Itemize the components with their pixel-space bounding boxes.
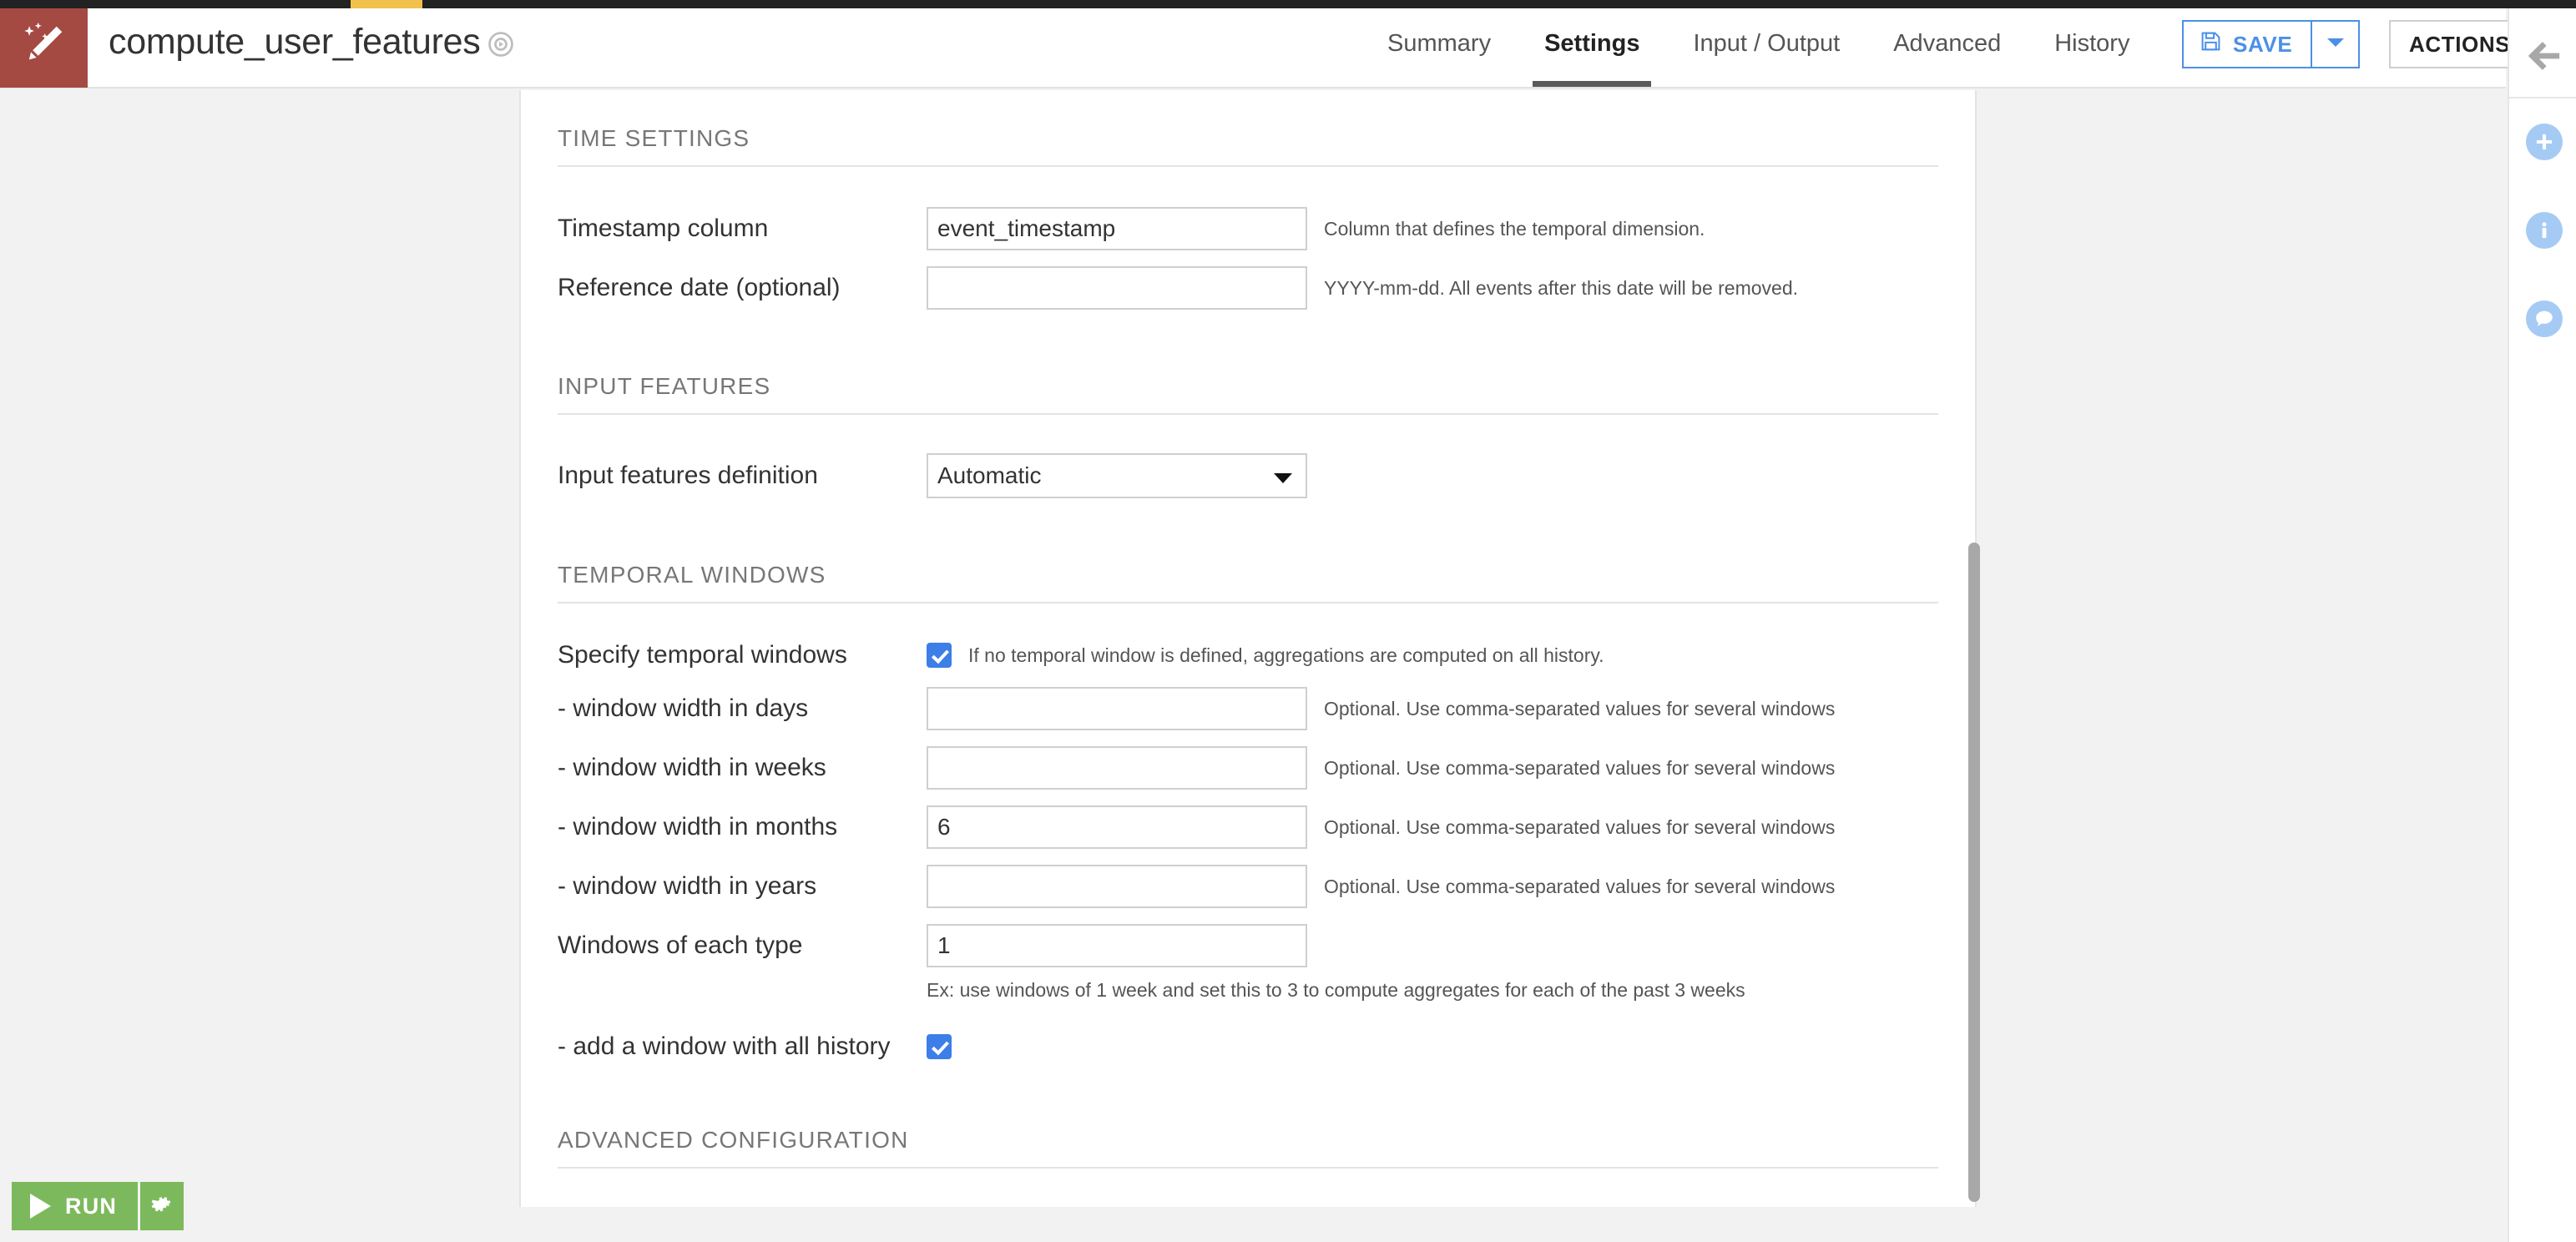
- tab-input-output[interactable]: Input / Output: [1666, 0, 1866, 87]
- add-window-all-history-checkbox[interactable]: [927, 1034, 952, 1059]
- window-width-years-label: - window width in years: [558, 872, 817, 900]
- run-button[interactable]: RUN: [12, 1182, 139, 1230]
- section-title-input-features: INPUT FEATURES: [558, 373, 1938, 415]
- top-progress-strip: [0, 0, 2576, 8]
- input-features-definition-value: Automatic: [937, 462, 1042, 488]
- row-add-window-all-history: - add a window with all history: [558, 1032, 1975, 1062]
- magic-wand-icon[interactable]: [0, 0, 88, 88]
- window-width-days-label: - window width in days: [558, 694, 809, 722]
- row-specify-temporal-windows: Specify temporal windows If no temporal …: [558, 640, 1975, 670]
- window-width-days-input[interactable]: [927, 687, 1307, 730]
- info-icon[interactable]: [2526, 212, 2563, 249]
- rail-divider: [2509, 97, 2576, 98]
- tab-summary-label: Summary: [1387, 30, 1492, 57]
- recipe-engine-badge-icon[interactable]: [487, 30, 515, 58]
- window-width-days-hint: Optional. Use comma-separated values for…: [1324, 698, 1836, 719]
- window-width-months-input[interactable]: 6: [927, 805, 1307, 849]
- row-window-width-days: - window width in days Optional. Use com…: [558, 687, 1975, 730]
- row-window-width-months: - window width in months 6 Optional. Use…: [558, 805, 1975, 849]
- tab-history-label: History: [2054, 30, 2130, 57]
- row-windows-of-each-type: Windows of each type 1: [558, 924, 1975, 967]
- row-window-width-weeks: - window width in weeks Optional. Use co…: [558, 746, 1975, 790]
- open-advanced-options-label: Open advanced options: [558, 1205, 927, 1207]
- header-tabs: Summary Settings Input / Output Advanced…: [1361, 0, 2156, 87]
- save-button-label: SAVE: [2233, 31, 2293, 57]
- input-features-definition-select[interactable]: Automatic: [927, 453, 1307, 498]
- panel-scrollbar-thumb[interactable]: [1968, 543, 1980, 1202]
- windows-of-each-type-input[interactable]: 1: [927, 924, 1307, 967]
- settings-panel: TIME SETTINGS Timestamp column event_tim…: [519, 90, 1977, 1207]
- save-dropdown-button[interactable]: [2311, 20, 2361, 68]
- row-reference-date: Reference date (optional) YYYY-mm-dd. Al…: [558, 266, 1975, 310]
- timestamp-column-label: Timestamp column: [558, 215, 769, 242]
- tab-input-output-label: Input / Output: [1693, 30, 1841, 57]
- tab-settings-label: Settings: [1544, 30, 1640, 57]
- chevron-down-icon: [2326, 37, 2345, 53]
- timestamp-column-input[interactable]: event_timestamp: [927, 207, 1307, 250]
- specify-temporal-windows-label: Specify temporal windows: [558, 641, 847, 669]
- row-input-features-definition: Input features definition Automatic: [558, 453, 1975, 498]
- window-width-months-label: - window width in months: [558, 813, 838, 841]
- tab-history[interactable]: History: [2028, 0, 2156, 87]
- top-progress-bar: [351, 0, 422, 8]
- app-header: compute_user_features Summary Settings I…: [0, 0, 2531, 88]
- window-width-weeks-label: - window width in weeks: [558, 754, 826, 781]
- timestamp-column-hint: Column that defines the temporal dimensi…: [1324, 218, 1705, 240]
- window-width-years-input[interactable]: [927, 865, 1307, 908]
- row-window-width-years: - window width in years Optional. Use co…: [558, 865, 1975, 908]
- tab-advanced[interactable]: Advanced: [1866, 0, 2028, 87]
- floppy-disk-icon: [2200, 30, 2222, 58]
- save-button-group: SAVE: [2182, 20, 2361, 68]
- section-title-time-settings: TIME SETTINGS: [558, 125, 1938, 167]
- add-window-all-history-label: - add a window with all history: [558, 1032, 891, 1060]
- chat-bubble-icon[interactable]: [2526, 300, 2563, 337]
- run-button-label: RUN: [65, 1193, 118, 1219]
- section-title-advanced-configuration: ADVANCED CONFIGURATION: [558, 1127, 1938, 1169]
- tab-advanced-label: Advanced: [1893, 30, 2002, 57]
- arrow-left-icon[interactable]: [2521, 33, 2566, 78]
- run-settings-button[interactable]: [140, 1182, 184, 1230]
- reference-date-input[interactable]: [927, 266, 1307, 310]
- reference-date-label: Reference date (optional): [558, 274, 841, 301]
- settings-panel-content: TIME SETTINGS Timestamp column event_tim…: [521, 90, 1975, 1207]
- page-title: compute_user_features: [109, 22, 481, 62]
- right-sidebar: [2508, 8, 2576, 1242]
- save-button[interactable]: SAVE: [2182, 20, 2311, 68]
- tab-settings[interactable]: Settings: [1518, 0, 1666, 87]
- actions-button-label: ACTIONS: [2409, 31, 2511, 57]
- specify-temporal-windows-checkbox[interactable]: [927, 643, 952, 668]
- window-width-months-hint: Optional. Use comma-separated values for…: [1324, 816, 1836, 838]
- row-timestamp-column: Timestamp column event_timestamp Column …: [558, 207, 1975, 250]
- row-open-advanced-options: Open advanced options: [558, 1205, 1975, 1207]
- play-triangle-icon: [30, 1194, 51, 1219]
- reference-date-hint: YYYY-mm-dd. All events after this date w…: [1324, 277, 1799, 299]
- window-width-weeks-input[interactable]: [927, 746, 1307, 790]
- tab-summary[interactable]: Summary: [1361, 0, 1518, 87]
- window-width-years-hint: Optional. Use comma-separated values for…: [1324, 876, 1836, 897]
- windows-of-each-type-label: Windows of each type: [558, 932, 803, 959]
- window-width-weeks-hint: Optional. Use comma-separated values for…: [1324, 757, 1836, 779]
- specify-temporal-windows-hint: If no temporal window is defined, aggreg…: [968, 644, 1604, 666]
- section-title-temporal-windows: TEMPORAL WINDOWS: [558, 562, 1938, 603]
- gear-icon: [149, 1192, 174, 1221]
- windows-of-each-type-subhint: Ex: use windows of 1 week and set this t…: [927, 979, 1745, 1001]
- input-features-definition-label: Input features definition: [558, 462, 818, 489]
- plus-icon[interactable]: [2526, 124, 2563, 160]
- chevron-down-icon: [1274, 473, 1292, 483]
- run-button-group: RUN: [12, 1182, 184, 1230]
